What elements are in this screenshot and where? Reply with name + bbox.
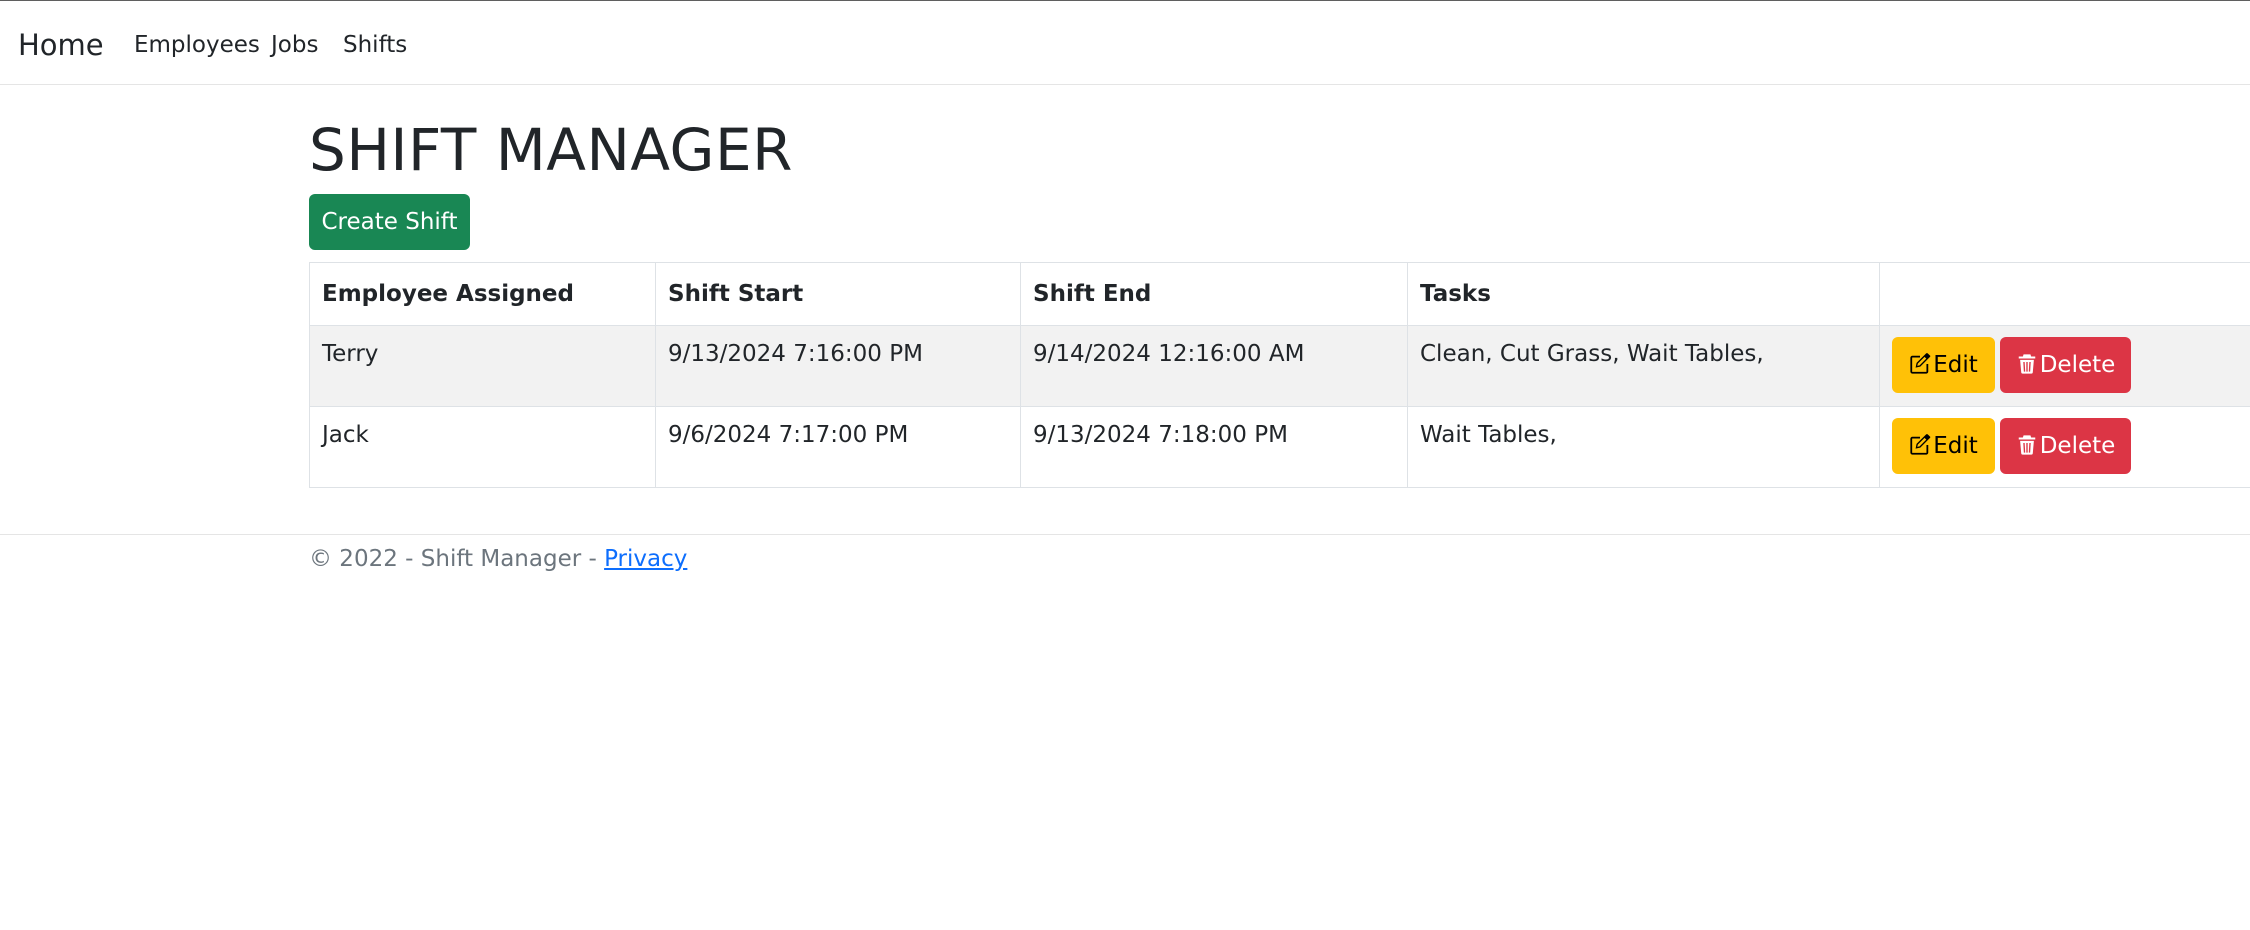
header-shift-start: Shift Start xyxy=(655,262,1021,326)
create-shift-button[interactable]: Create Shift xyxy=(309,194,470,250)
edit-label: Edit xyxy=(1933,352,1978,378)
cell-shift-end: 9/14/2024 12:16:00 AM xyxy=(1020,325,1408,407)
privacy-link[interactable]: Privacy xyxy=(604,546,687,572)
nav-employees-link[interactable]: Employees xyxy=(134,29,260,61)
pencil-square-icon xyxy=(1910,434,1931,455)
table-row: Jack 9/6/2024 7:17:00 PM 9/13/2024 7:18:… xyxy=(309,406,2250,488)
footer-text: © 2022 - Shift Manager - Privacy xyxy=(309,539,687,579)
pencil-square-icon xyxy=(1910,353,1931,374)
trash-icon xyxy=(2018,354,2035,374)
footer-copyright: © 2022 - Shift Manager - xyxy=(309,546,605,572)
edit-button[interactable]: Edit xyxy=(1892,418,1995,474)
cell-tasks: Clean, Cut Grass, Wait Tables, xyxy=(1407,325,1880,407)
page-footer: © 2022 - Shift Manager - Privacy xyxy=(0,534,2250,595)
edit-button[interactable]: Edit xyxy=(1892,337,1995,393)
page-title: SHIFT MANAGER xyxy=(309,116,793,184)
delete-button[interactable]: Delete xyxy=(2000,418,2131,474)
nav-shifts-link[interactable]: Shifts xyxy=(343,29,407,61)
header-tasks: Tasks xyxy=(1407,262,1880,326)
trash-icon xyxy=(2018,435,2035,455)
shifts-table: Employee Assigned Shift Start Shift End … xyxy=(309,262,2250,488)
cell-employee: Jack xyxy=(309,406,656,488)
cell-actions: Edit Delete xyxy=(1879,406,2250,488)
cell-shift-end: 9/13/2024 7:18:00 PM xyxy=(1020,406,1408,488)
table-row: Terry 9/13/2024 7:16:00 PM 9/14/2024 12:… xyxy=(309,325,2250,407)
header-employee-assigned: Employee Assigned xyxy=(309,262,656,326)
table-header-row: Employee Assigned Shift Start Shift End … xyxy=(309,262,2250,326)
header-actions xyxy=(1879,262,2250,326)
cell-actions: Edit Delete xyxy=(1879,325,2250,407)
top-navbar: Home Employees Jobs Shifts xyxy=(0,1,2250,85)
nav-jobs-link[interactable]: Jobs xyxy=(271,29,318,61)
edit-label: Edit xyxy=(1933,433,1978,459)
delete-label: Delete xyxy=(2039,352,2116,378)
delete-label: Delete xyxy=(2039,433,2116,459)
cell-shift-start: 9/6/2024 7:17:00 PM xyxy=(655,406,1021,488)
cell-employee: Terry xyxy=(309,325,656,407)
cell-shift-start: 9/13/2024 7:16:00 PM xyxy=(655,325,1021,407)
cell-tasks: Wait Tables, xyxy=(1407,406,1880,488)
delete-button[interactable]: Delete xyxy=(2000,337,2131,393)
nav-home-link[interactable]: Home xyxy=(18,25,104,65)
header-shift-end: Shift End xyxy=(1020,262,1408,326)
